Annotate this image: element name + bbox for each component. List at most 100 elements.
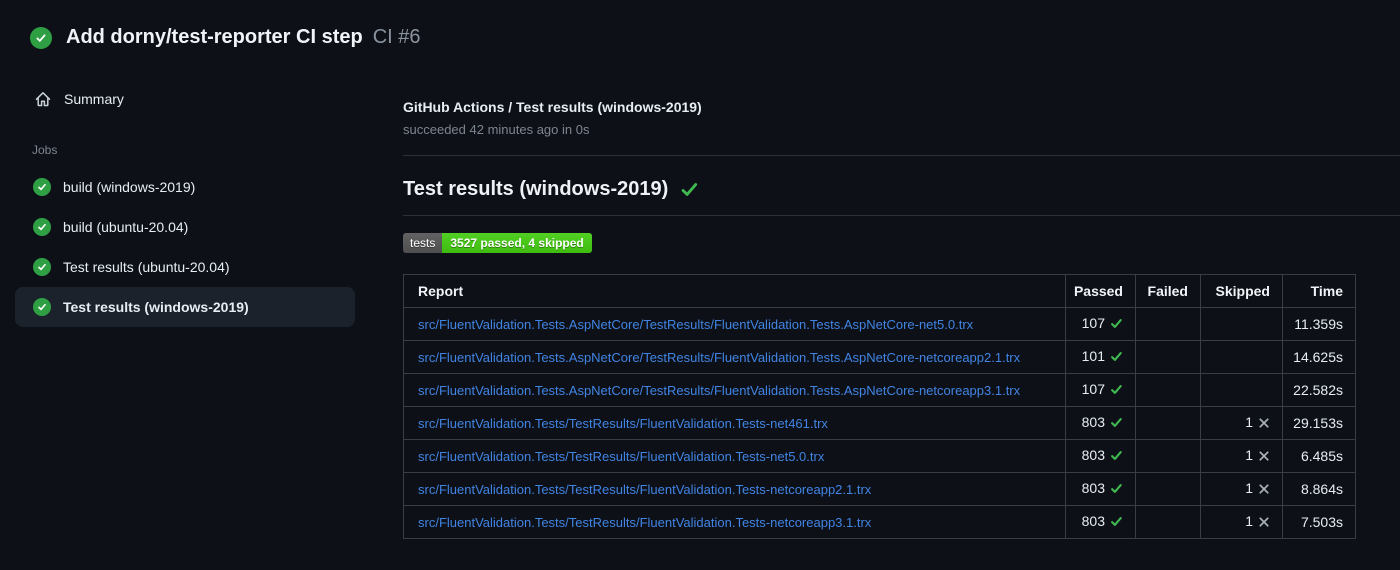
- time-cell: 6.485s: [1282, 439, 1356, 473]
- skipped-x-icon: [1258, 416, 1270, 432]
- table-row: src/FluentValidation.Tests/TestResults/F…: [403, 406, 1356, 440]
- failed-cell: [1135, 439, 1201, 473]
- column-header-time: Time: [1282, 274, 1356, 308]
- skipped-cell: [1200, 373, 1283, 407]
- failed-cell: [1135, 505, 1201, 539]
- job-label: build (ubuntu-20.04): [63, 219, 189, 235]
- check-run-title: GitHub Actions / Test results (windows-2…: [403, 99, 702, 115]
- passed-cell: 107: [1065, 373, 1136, 407]
- table-row: src/FluentValidation.Tests/TestResults/F…: [403, 505, 1356, 539]
- column-header-skipped: Skipped: [1200, 274, 1283, 308]
- workflow-run-page: Add dorny/test-reporter CI step CI #6 Su…: [0, 0, 1400, 539]
- heading-success-check-icon: [680, 180, 699, 199]
- table-row: src/FluentValidation.Tests/TestResults/F…: [403, 472, 1356, 506]
- job-success-icon: [33, 258, 51, 276]
- jobs-section-label: Jobs: [32, 143, 58, 157]
- column-header-failed: Failed: [1135, 274, 1201, 308]
- skipped-cell: 1: [1200, 406, 1283, 440]
- sidebar-job-item[interactable]: Test results (ubuntu-20.04): [15, 247, 355, 287]
- passed-check-icon: [1110, 482, 1123, 498]
- skipped-x-icon: [1258, 449, 1270, 465]
- run-header: Add dorny/test-reporter CI step CI #6: [0, 0, 1400, 65]
- test-results-table: Report Passed Failed Skipped Time src/Fl…: [403, 274, 1356, 539]
- divider: [403, 155, 1400, 156]
- run-title: Add dorny/test-reporter CI step: [66, 26, 363, 48]
- tests-badge-value: 3527 passed, 4 skipped: [442, 233, 592, 253]
- job-label: Test results (windows-2019): [63, 299, 249, 315]
- job-success-icon: [33, 298, 51, 316]
- table-row: src/FluentValidation.Tests/TestResults/F…: [403, 439, 1356, 473]
- time-cell: 8.864s: [1282, 472, 1356, 506]
- failed-cell: [1135, 307, 1201, 341]
- sidebar-job-item[interactable]: Test results (windows-2019): [15, 287, 355, 327]
- main-content: GitHub Actions / Test results (windows-2…: [390, 65, 1400, 539]
- sidebar-job-item[interactable]: build (windows-2019): [15, 167, 355, 207]
- report-link[interactable]: src/FluentValidation.Tests/TestResults/F…: [418, 416, 828, 431]
- tests-badge[interactable]: tests 3527 passed, 4 skipped: [403, 233, 592, 253]
- sidebar-job-item[interactable]: build (ubuntu-20.04): [15, 207, 355, 247]
- passed-cell: 101: [1065, 340, 1136, 374]
- time-cell: 7.503s: [1282, 505, 1356, 539]
- time-cell: 29.153s: [1282, 406, 1356, 440]
- passed-check-icon: [1110, 317, 1123, 333]
- failed-cell: [1135, 472, 1201, 506]
- sidebar: Summary Jobs build (windows-2019) build …: [0, 65, 390, 327]
- report-cell: src/FluentValidation.Tests.AspNetCore/Te…: [403, 307, 1066, 341]
- time-cell: 11.359s: [1282, 307, 1356, 341]
- table-row: src/FluentValidation.Tests.AspNetCore/Te…: [403, 373, 1356, 407]
- run-success-icon: [30, 26, 52, 49]
- tests-badge-label: tests: [403, 233, 443, 253]
- report-link[interactable]: src/FluentValidation.Tests/TestResults/F…: [418, 482, 871, 497]
- report-link[interactable]: src/FluentValidation.Tests/TestResults/F…: [418, 449, 824, 464]
- skipped-cell: 1: [1200, 505, 1283, 539]
- passed-cell: 803: [1065, 472, 1136, 506]
- report-cell: src/FluentValidation.Tests.AspNetCore/Te…: [403, 373, 1066, 407]
- skipped-x-icon: [1258, 482, 1270, 498]
- column-header-report: Report: [403, 274, 1066, 308]
- skipped-cell: [1200, 307, 1283, 341]
- content-area: Summary Jobs build (windows-2019) build …: [0, 65, 1400, 539]
- report-cell: src/FluentValidation.Tests/TestResults/F…: [403, 439, 1066, 473]
- job-label: build (windows-2019): [63, 179, 196, 195]
- passed-check-icon: [1110, 383, 1123, 399]
- job-success-icon: [33, 178, 51, 196]
- table-body: src/FluentValidation.Tests.AspNetCore/Te…: [403, 307, 1356, 539]
- failed-cell: [1135, 373, 1201, 407]
- passed-check-icon: [1110, 350, 1123, 366]
- report-link[interactable]: src/FluentValidation.Tests.AspNetCore/Te…: [418, 350, 1020, 365]
- passed-cell: 803: [1065, 505, 1136, 539]
- passed-check-icon: [1110, 449, 1123, 465]
- report-link[interactable]: src/FluentValidation.Tests.AspNetCore/Te…: [418, 317, 973, 332]
- table-row: src/FluentValidation.Tests.AspNetCore/Te…: [403, 307, 1356, 341]
- report-heading: Test results (windows-2019): [403, 178, 669, 200]
- skipped-cell: [1200, 340, 1283, 374]
- table-row: src/FluentValidation.Tests.AspNetCore/Te…: [403, 340, 1356, 374]
- passed-check-icon: [1110, 515, 1123, 531]
- report-cell: src/FluentValidation.Tests/TestResults/F…: [403, 505, 1066, 539]
- home-icon: [35, 91, 51, 107]
- passed-cell: 803: [1065, 406, 1136, 440]
- report-link[interactable]: src/FluentValidation.Tests.AspNetCore/Te…: [418, 383, 1020, 398]
- run-number: CI #6: [372, 26, 421, 48]
- column-header-passed: Passed: [1065, 274, 1136, 308]
- passed-cell: 107: [1065, 307, 1136, 341]
- report-cell: src/FluentValidation.Tests/TestResults/F…: [403, 406, 1066, 440]
- skipped-cell: 1: [1200, 472, 1283, 506]
- job-success-icon: [33, 218, 51, 236]
- sidebar-item-summary[interactable]: Summary: [15, 85, 370, 113]
- passed-check-icon: [1110, 416, 1123, 432]
- report-heading-row: Test results (windows-2019): [403, 178, 1400, 201]
- skipped-x-icon: [1258, 515, 1270, 531]
- check-run-status: succeeded 42 minutes ago in 0s: [403, 122, 590, 137]
- report-cell: src/FluentValidation.Tests.AspNetCore/Te…: [403, 340, 1066, 374]
- table-header-row: Report Passed Failed Skipped Time: [403, 274, 1356, 308]
- time-cell: 22.582s: [1282, 373, 1356, 407]
- jobs-list: build (windows-2019) build (ubuntu-20.04…: [15, 167, 370, 327]
- sidebar-summary-label: Summary: [64, 91, 124, 107]
- report-cell: src/FluentValidation.Tests/TestResults/F…: [403, 472, 1066, 506]
- job-label: Test results (ubuntu-20.04): [63, 259, 230, 275]
- passed-cell: 803: [1065, 439, 1136, 473]
- report-link[interactable]: src/FluentValidation.Tests/TestResults/F…: [418, 515, 871, 530]
- skipped-cell: 1: [1200, 439, 1283, 473]
- time-cell: 14.625s: [1282, 340, 1356, 374]
